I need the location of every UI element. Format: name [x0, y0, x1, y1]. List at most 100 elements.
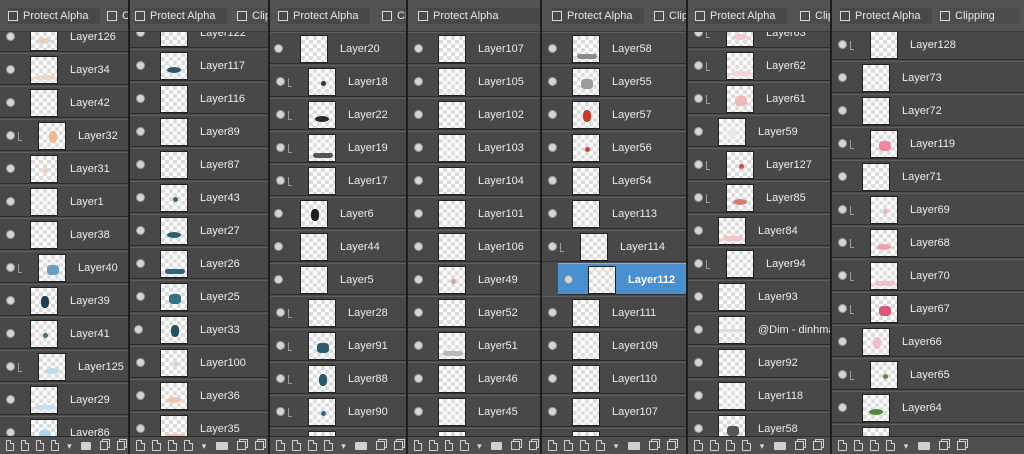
visibility-toggle-icon[interactable] [274, 44, 283, 53]
layer-row[interactable]: Layer29 [0, 383, 128, 415]
visibility-toggle-icon[interactable] [838, 73, 847, 82]
layer-row[interactable]: Layer104 [408, 164, 540, 196]
visibility-toggle-icon[interactable] [414, 209, 423, 218]
visibility-toggle-icon[interactable] [694, 127, 703, 136]
layer-row[interactable]: Layer31 [0, 152, 128, 184]
new-raster-layer-button[interactable] [870, 440, 879, 451]
layer-row[interactable]: Layer41 [0, 317, 128, 349]
layer-menu-dropdown[interactable]: ▾ [756, 440, 768, 452]
visibility-toggle-icon[interactable] [6, 362, 15, 371]
new-adjustment-layer-button[interactable] [323, 440, 333, 451]
new-raster-layer-button[interactable] [307, 440, 317, 451]
layer-row[interactable]: Layer43 [130, 181, 268, 213]
visibility-toggle-icon[interactable] [414, 77, 423, 86]
new-folder-button[interactable] [216, 441, 228, 450]
visibility-toggle-icon[interactable] [6, 296, 15, 305]
visibility-toggle-icon[interactable] [134, 325, 143, 334]
duplicate-layer-button[interactable] [511, 441, 520, 450]
layer-row[interactable]: Layer58 [542, 32, 686, 64]
layer-row[interactable] [270, 428, 406, 436]
layer-row[interactable]: Layer33 [130, 313, 268, 345]
layer-row[interactable]: Layer127 [688, 148, 830, 180]
layer-row[interactable]: Layer18 [270, 65, 406, 97]
visibility-toggle-icon[interactable] [276, 308, 285, 317]
visibility-toggle-icon[interactable] [548, 176, 557, 185]
visibility-toggle-icon[interactable] [274, 209, 283, 218]
visibility-toggle-icon[interactable] [694, 358, 703, 367]
layer-row[interactable]: Layer34 [0, 53, 128, 85]
layer-row[interactable]: Layer102 [408, 98, 540, 130]
layer-row[interactable]: Layer38 [0, 218, 128, 250]
new-raster-layer-button[interactable] [726, 440, 735, 451]
visibility-toggle-icon[interactable] [548, 77, 557, 86]
visibility-toggle-icon[interactable] [694, 32, 703, 37]
new-layer-button[interactable] [414, 440, 423, 451]
clipping-checkbox[interactable]: Clippin [800, 8, 830, 24]
layer-row[interactable]: Layer117 [130, 49, 268, 81]
layer-row[interactable]: Layer49 [408, 263, 540, 295]
visibility-toggle-icon[interactable] [136, 193, 145, 202]
layer-row[interactable]: Layer92 [688, 346, 830, 378]
visibility-toggle-icon[interactable] [136, 424, 145, 433]
copy-layer-button[interactable] [528, 441, 537, 450]
layer-row[interactable]: Layer57 [542, 98, 686, 130]
layer-row[interactable]: Layer105 [408, 65, 540, 97]
layer-row[interactable]: Layer17 [270, 164, 406, 196]
visibility-toggle-icon[interactable] [276, 374, 285, 383]
clipping-checkbox[interactable]: Clipping [940, 8, 1020, 24]
layer-menu-dropdown[interactable]: ▾ [474, 440, 485, 452]
layer-row[interactable]: Layer35 [130, 412, 268, 436]
layer-row[interactable]: Layer45 [408, 395, 540, 427]
visibility-toggle-icon[interactable] [838, 40, 847, 49]
new-adjustment-layer-button[interactable] [886, 440, 895, 451]
visibility-toggle-icon[interactable] [276, 77, 285, 86]
visibility-toggle-icon[interactable] [136, 127, 145, 136]
layer-row[interactable]: Layer54 [542, 164, 686, 196]
visibility-toggle-icon[interactable] [838, 370, 847, 379]
layer-row[interactable]: Layer103 [408, 131, 540, 163]
layer-row[interactable] [832, 424, 1024, 436]
protect-alpha-checkbox[interactable]: Protect Alpha [8, 8, 100, 24]
visibility-toggle-icon[interactable] [136, 358, 145, 367]
layer-row[interactable]: Layer36 [130, 379, 268, 411]
copy-layer-button[interactable] [813, 441, 822, 450]
visibility-toggle-icon[interactable] [414, 275, 423, 284]
new-vector-layer-button[interactable] [291, 440, 301, 451]
visibility-toggle-icon[interactable] [6, 164, 15, 173]
layer-row[interactable] [408, 428, 540, 436]
clipping-checkbox[interactable]: Clippin [654, 8, 686, 24]
layer-row[interactable]: Layer44 [270, 230, 406, 262]
visibility-toggle-icon[interactable] [6, 428, 15, 436]
new-raster-layer-button[interactable] [444, 440, 454, 451]
visibility-toggle-icon[interactable] [136, 259, 145, 268]
visibility-toggle-icon[interactable] [136, 94, 145, 103]
layer-row[interactable]: Layer85 [688, 181, 830, 213]
layer-row[interactable]: Layer46 [408, 362, 540, 394]
copy-layer-button[interactable] [255, 441, 264, 450]
new-adjustment-layer-button[interactable] [51, 440, 60, 451]
clipping-checkbox[interactable]: Clippin [382, 8, 406, 24]
layer-menu-dropdown[interactable]: ▾ [610, 440, 622, 452]
layer-row[interactable]: Layer84 [688, 214, 830, 246]
visibility-toggle-icon[interactable] [6, 329, 15, 338]
copy-layer-button[interactable] [957, 441, 966, 450]
layer-row[interactable]: Layer101 [408, 197, 540, 229]
layer-row[interactable]: Layer93 [688, 280, 830, 312]
layer-row[interactable]: @Dim - dinhmai [688, 313, 830, 345]
layer-row[interactable]: Layer64 [832, 391, 1024, 423]
duplicate-layer-button[interactable] [649, 441, 658, 450]
new-folder-button[interactable] [628, 441, 640, 450]
visibility-toggle-icon[interactable] [838, 403, 847, 412]
visibility-toggle-icon[interactable] [136, 226, 145, 235]
layer-menu-dropdown[interactable]: ▾ [900, 440, 912, 452]
layer-row[interactable]: Layer111 [542, 296, 686, 328]
new-adjustment-layer-button[interactable] [596, 440, 605, 451]
visibility-toggle-icon[interactable] [136, 292, 145, 301]
new-folder-button[interactable] [774, 441, 786, 450]
visibility-toggle-icon[interactable] [6, 230, 15, 239]
layer-row[interactable]: Layer87 [130, 148, 268, 180]
copy-layer-button[interactable] [394, 441, 403, 450]
visibility-toggle-icon[interactable] [694, 94, 703, 103]
protect-alpha-checkbox[interactable]: Protect Alpha [552, 8, 644, 24]
visibility-toggle-icon[interactable] [838, 304, 847, 313]
